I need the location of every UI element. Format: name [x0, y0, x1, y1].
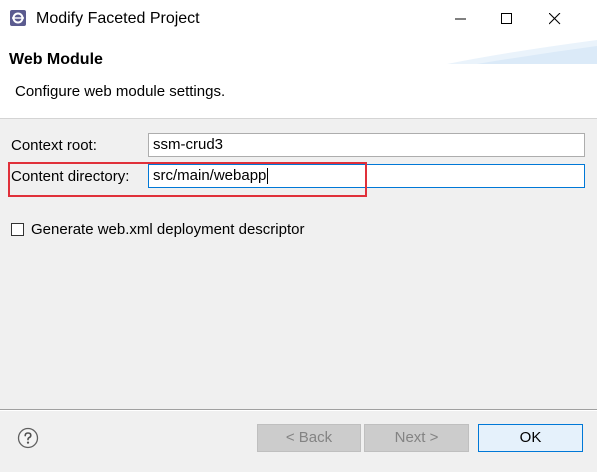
- content-directory-label: Content directory:: [11, 168, 130, 185]
- minimize-button[interactable]: [438, 0, 484, 38]
- help-icon: [17, 427, 39, 449]
- back-button[interactable]: < Back: [257, 424, 361, 452]
- minimize-icon: [455, 18, 466, 20]
- help-button[interactable]: [17, 427, 39, 449]
- footer-separator: [0, 409, 597, 411]
- generate-descriptor-label[interactable]: Generate web.xml deployment descriptor: [31, 220, 304, 240]
- close-icon: [549, 13, 561, 25]
- close-button[interactable]: [532, 0, 578, 38]
- modify-faceted-project-dialog: Modify Faceted Project Web Module Config…: [0, 0, 597, 472]
- maximize-icon: [501, 13, 512, 24]
- ok-button[interactable]: OK: [478, 424, 583, 452]
- eclipse-icon: [9, 9, 27, 27]
- next-button[interactable]: Next >: [364, 424, 469, 452]
- generate-descriptor-checkbox[interactable]: [11, 223, 24, 236]
- banner-decoration: [447, 40, 597, 64]
- title-bar: Modify Faceted Project: [0, 0, 597, 39]
- page-description: Configure web module settings.: [15, 83, 226, 100]
- content-directory-input[interactable]: src/main/webapp: [148, 164, 585, 188]
- page-title: Web Module: [9, 51, 103, 68]
- context-root-input[interactable]: ssm-crud3: [148, 133, 585, 157]
- window-title: Modify Faceted Project: [36, 10, 200, 27]
- content-directory-value: src/main/webapp: [153, 167, 267, 184]
- maximize-button[interactable]: [484, 0, 530, 38]
- text-caret: [267, 168, 269, 185]
- wizard-banner: Web Module Configure web module settings…: [0, 38, 597, 119]
- context-root-label: Context root:: [11, 137, 97, 154]
